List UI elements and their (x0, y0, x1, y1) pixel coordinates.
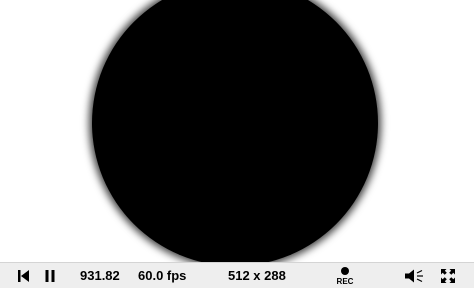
fullscreen-icon (441, 268, 455, 283)
resolution-readout: 512 x 288 (228, 268, 286, 283)
render-canvas[interactable] (0, 0, 474, 262)
rewind-to-start-icon (18, 269, 29, 282)
volume-icon (405, 269, 423, 282)
player-control-bar: 931.82 60.0 fps 512 x 288 REC (0, 262, 474, 288)
fullscreen-button[interactable] (438, 263, 458, 288)
pause-icon (45, 269, 55, 282)
rewind-button[interactable] (14, 263, 34, 288)
fps-readout: 60.0 fps (138, 268, 187, 283)
pause-button[interactable] (40, 263, 60, 288)
volume-button[interactable] (404, 263, 426, 288)
record-icon (341, 266, 349, 275)
record-button[interactable]: REC (332, 263, 358, 288)
record-label: REC (336, 276, 354, 286)
shader-player: 931.82 60.0 fps 512 x 288 REC (0, 0, 474, 288)
elapsed-time-readout: 931.82 (80, 268, 120, 283)
black-circle-shape (92, 0, 378, 262)
